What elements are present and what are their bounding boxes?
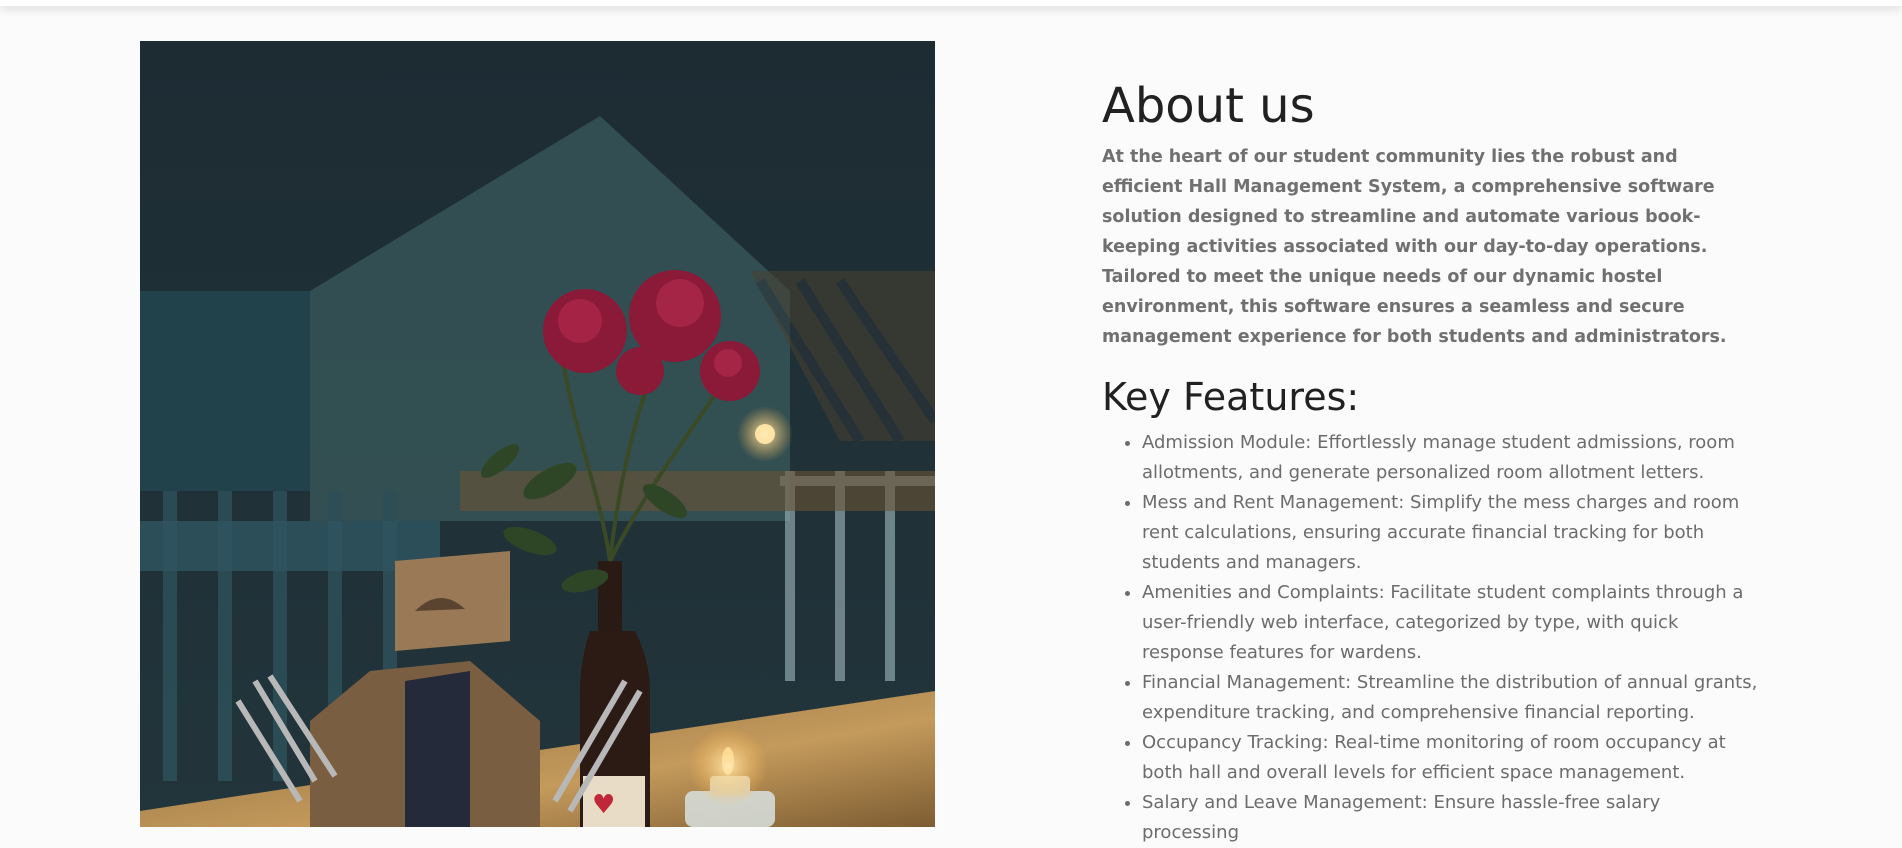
svg-text:♥: ♥ xyxy=(592,790,615,820)
top-navbar-shadow xyxy=(0,0,1902,6)
features-list: Admission Module: Effortlessly manage st… xyxy=(1102,428,1762,848)
list-item: Salary and Leave Management: Ensure hass… xyxy=(1142,788,1762,848)
about-section: About us At the heart of our student com… xyxy=(1102,70,1762,848)
intro-paragraph: At the heart of our student community li… xyxy=(1102,147,1727,347)
list-item: Occupancy Tracking: Real-time monitoring… xyxy=(1142,728,1762,788)
about-photo: ♥ xyxy=(140,41,935,827)
list-item: Admission Module: Effortlessly manage st… xyxy=(1142,428,1762,488)
list-item: Financial Management: Streamline the dis… xyxy=(1142,668,1762,728)
list-item: Mess and Rent Management: Simplify the m… xyxy=(1142,488,1762,578)
list-item: Amenities and Complaints: Facilitate stu… xyxy=(1142,578,1762,668)
features-heading: Key Features: xyxy=(1102,375,1360,419)
page-title: About us xyxy=(1102,78,1315,134)
